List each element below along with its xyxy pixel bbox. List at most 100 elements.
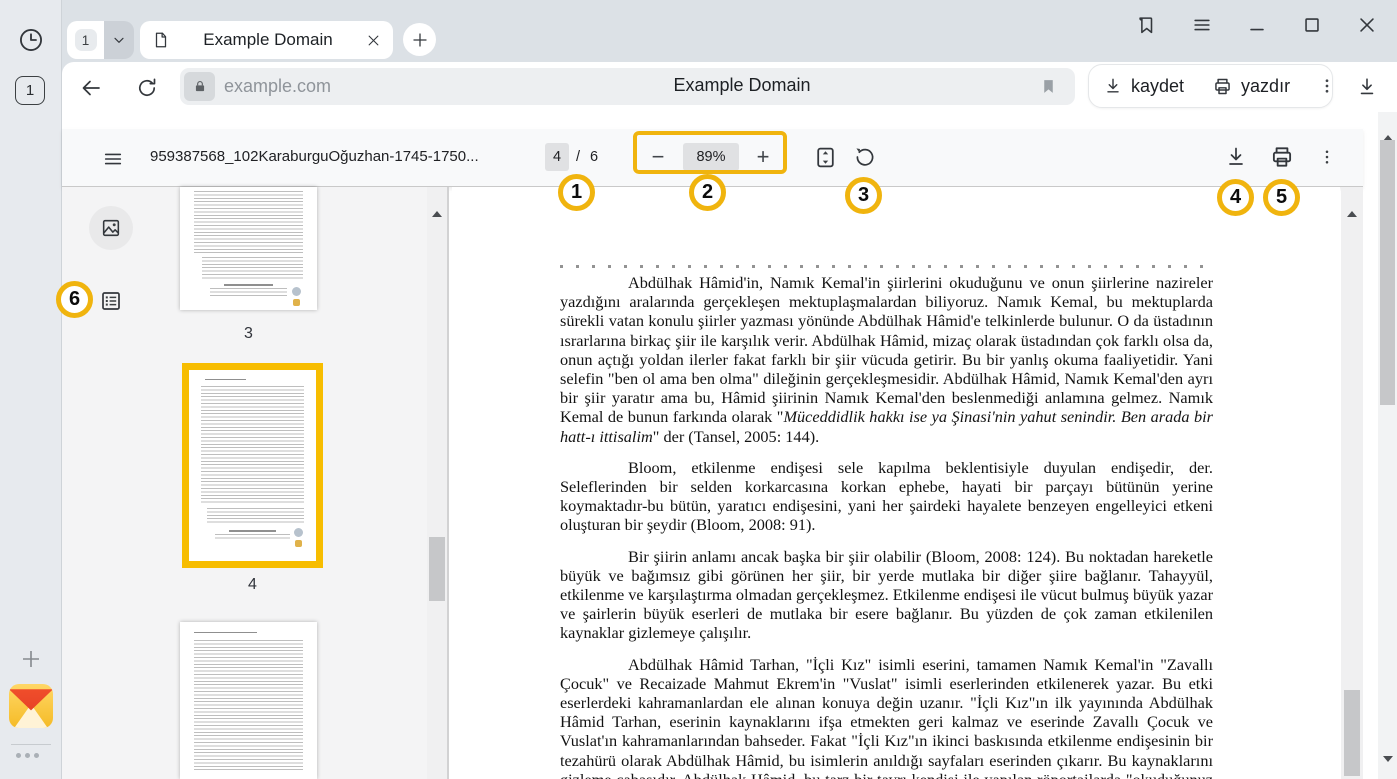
maximize-button[interactable] bbox=[1300, 13, 1324, 37]
browser-window: 1 1 Example Do bbox=[0, 0, 1397, 779]
thumbnail-panel-scrollbar[interactable] bbox=[427, 187, 447, 779]
thumbnails-view-button[interactable] bbox=[89, 206, 133, 250]
pdf-filename: 959387568_102KaraburguOğuzhan-1745-1750.… bbox=[150, 148, 479, 165]
tab-group-chip[interactable]: 1 bbox=[67, 21, 134, 59]
outline-view-button[interactable] bbox=[98, 288, 124, 314]
tab-group-chip-active[interactable]: 1 bbox=[67, 21, 104, 59]
paragraph-1: Abdülhak Hâmid'in, Namık Kemal'in şiirle… bbox=[560, 273, 1213, 446]
save-button[interactable]: kaydet bbox=[1089, 65, 1198, 107]
page-actions-more-button[interactable] bbox=[1304, 65, 1350, 107]
downloads-button[interactable] bbox=[1350, 72, 1384, 102]
scroll-up-arrow[interactable] bbox=[1347, 196, 1357, 211]
scroll-up-arrow[interactable] bbox=[1383, 120, 1393, 135]
scroll-up-arrow[interactable] bbox=[432, 196, 442, 211]
tab-strip: 1 Example Domain bbox=[62, 0, 1397, 62]
print-button[interactable]: yazdır bbox=[1198, 65, 1304, 107]
printer-icon bbox=[1269, 144, 1295, 170]
page-actions-pill: kaydet yazdır bbox=[1088, 64, 1333, 108]
plus-icon bbox=[19, 647, 43, 671]
bookmarks-panel-button[interactable] bbox=[1134, 13, 1158, 37]
current-page-input[interactable]: 4 bbox=[545, 143, 569, 171]
history-button[interactable] bbox=[17, 26, 45, 54]
pdf-content-scrollbar[interactable] bbox=[1341, 187, 1363, 779]
paragraph-4: Abdülhak Hâmid Tarhan, "İçli Kız" isimli… bbox=[560, 655, 1213, 779]
annotation-circle-5: 5 bbox=[1263, 179, 1300, 216]
tab-close-icon[interactable] bbox=[366, 33, 381, 48]
annotation-highlight-zoom-controls bbox=[633, 131, 787, 174]
annotation-circle-6: 6 bbox=[56, 281, 93, 318]
chevron-down-icon bbox=[111, 32, 127, 48]
browser-side-rail: 1 bbox=[0, 0, 62, 779]
hamburger-icon bbox=[1191, 14, 1213, 36]
reload-icon bbox=[135, 76, 159, 100]
pdf-viewer: 959387568_102KaraburguOğuzhan-1745-1750.… bbox=[62, 112, 1378, 779]
scrollbar-thumb[interactable] bbox=[1344, 690, 1360, 776]
pdf-page-4: Abdülhak Hâmid'in, Namık Kemal'in şiirle… bbox=[452, 187, 1340, 779]
download-icon bbox=[1103, 76, 1123, 96]
rail-more-button[interactable] bbox=[16, 753, 39, 758]
list-icon bbox=[99, 289, 123, 313]
annotation-circle-2: 2 bbox=[689, 174, 726, 211]
lock-icon bbox=[193, 79, 207, 94]
thumbnail-page-5[interactable] bbox=[180, 622, 317, 779]
maximize-icon bbox=[1301, 14, 1323, 36]
kebab-menu-icon bbox=[1318, 148, 1336, 166]
fit-page-icon bbox=[813, 145, 838, 170]
minimize-button[interactable] bbox=[1245, 13, 1269, 37]
reload-button[interactable] bbox=[134, 75, 160, 101]
page-doc-icon bbox=[152, 30, 170, 50]
thumbnail-page-3-label: 3 bbox=[180, 325, 317, 343]
rail-add-button[interactable] bbox=[17, 645, 45, 673]
download-icon bbox=[1224, 145, 1248, 169]
pdf-sidebar-toggle-button[interactable] bbox=[100, 146, 126, 172]
tab-counter-badge[interactable]: 1 bbox=[15, 76, 45, 105]
tab-group-expand-button[interactable] bbox=[104, 21, 134, 59]
hamburger-icon bbox=[102, 148, 124, 170]
url-text: example.com bbox=[224, 76, 331, 97]
new-tab-button[interactable] bbox=[403, 23, 436, 56]
pdf-download-button[interactable] bbox=[1222, 142, 1250, 172]
plus-icon bbox=[411, 31, 429, 49]
save-button-label: kaydet bbox=[1131, 76, 1184, 97]
bookmark-ribbon-icon[interactable] bbox=[1040, 76, 1057, 97]
paragraph-3: Bir şiirin anlamı ancak başka bir şiir o… bbox=[560, 547, 1213, 643]
scroll-down-arrow[interactable] bbox=[1383, 762, 1393, 777]
browser-scrollbar[interactable] bbox=[1378, 112, 1397, 779]
secure-lock-chip[interactable] bbox=[184, 72, 215, 101]
annotation-circle-1: 1 bbox=[558, 174, 595, 211]
scrollbar-thumb[interactable] bbox=[429, 537, 445, 601]
pdf-more-button[interactable] bbox=[1314, 143, 1340, 171]
tab-title: Example Domain bbox=[170, 30, 366, 50]
scrollbar-thumb[interactable] bbox=[1380, 140, 1395, 405]
document-text: Abdülhak Hâmid'in, Namık Kemal'in şiirle… bbox=[560, 273, 1213, 779]
rotate-button[interactable] bbox=[851, 143, 879, 171]
bookmark-flag-icon bbox=[1135, 14, 1157, 36]
clock-icon bbox=[18, 27, 44, 53]
page-title: Example Domain bbox=[532, 75, 952, 96]
paragraph-2: Bloom, etkilenme endişesi sele kapılma b… bbox=[560, 458, 1213, 535]
thumbnail-page-4[interactable] bbox=[189, 370, 316, 561]
browser-toolbar: example.com Example Domain kaydet yazdır bbox=[62, 62, 1397, 112]
pdf-print-button[interactable] bbox=[1267, 142, 1297, 172]
rail-divider bbox=[11, 744, 51, 745]
print-button-label: yazdır bbox=[1241, 76, 1290, 97]
clipped-text-line bbox=[560, 265, 1213, 268]
thumbnail-page-4-label: 4 bbox=[182, 576, 323, 594]
pdf-sidebar: 3 4 bbox=[62, 187, 449, 779]
back-button[interactable] bbox=[78, 75, 104, 101]
printer-icon bbox=[1212, 76, 1233, 97]
annotation-circle-4: 4 bbox=[1217, 179, 1254, 216]
fit-to-page-button[interactable] bbox=[811, 143, 839, 171]
close-window-button[interactable] bbox=[1355, 13, 1379, 37]
browser-menu-button[interactable] bbox=[1190, 13, 1214, 37]
tab-example-domain[interactable]: Example Domain bbox=[140, 21, 393, 59]
total-pages: 6 bbox=[590, 149, 598, 165]
annotation-circle-3: 3 bbox=[845, 177, 882, 214]
image-icon bbox=[100, 217, 122, 239]
kebab-menu-icon bbox=[1318, 77, 1336, 95]
yandex-mail-icon[interactable] bbox=[9, 684, 53, 728]
minimize-icon bbox=[1246, 14, 1268, 36]
thumbnail-page-3[interactable] bbox=[180, 187, 317, 310]
close-icon bbox=[1356, 14, 1378, 36]
tab-group-badge: 1 bbox=[75, 29, 97, 51]
